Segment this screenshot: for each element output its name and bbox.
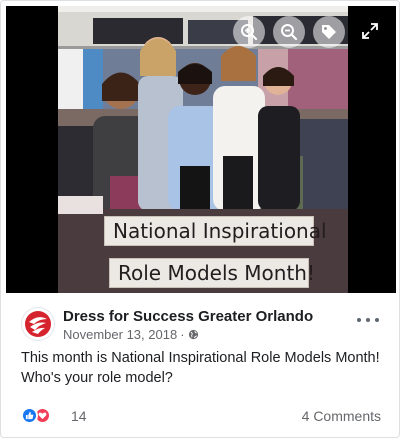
photo-viewer[interactable]: National Inspirational Role Models Month… [6, 6, 396, 293]
post-photo[interactable] [58, 6, 348, 293]
post-text: This month is National Inspirational Rol… [21, 350, 380, 386]
page-name-link[interactable]: Dress for Success Greater Orlando [63, 308, 313, 325]
expand-icon[interactable] [361, 22, 379, 40]
tag-photo-button[interactable] [313, 16, 345, 48]
more-dot [357, 318, 361, 322]
caption-line-2: Role Models Month! [109, 258, 315, 288]
more-dot [366, 318, 370, 322]
reaction-count[interactable]: 14 [71, 408, 87, 424]
post-meta: November 13, 2018 · [63, 327, 199, 342]
post-date[interactable]: November 13, 2018 [63, 327, 177, 342]
more-options-icon[interactable] [357, 313, 379, 327]
zoom-in-button[interactable] [233, 16, 265, 48]
meta-separator: · [180, 327, 185, 342]
page-avatar[interactable] [21, 307, 55, 341]
zoom-out-button[interactable] [273, 16, 305, 48]
post-card: National Inspirational Role Models Month… [0, 0, 400, 438]
tag-icon [322, 25, 336, 39]
more-dot [375, 318, 379, 322]
zoom-in-icon [241, 24, 258, 41]
dress-for-success-logo [25, 311, 51, 337]
reactions-summary[interactable]: 14 [21, 407, 87, 424]
globe-icon[interactable] [188, 329, 199, 340]
caption-line-1: National Inspirational [104, 216, 327, 246]
zoom-out-icon [281, 24, 298, 41]
comments-count-link[interactable]: 4 Comments [302, 408, 381, 424]
photo-illustration [58, 6, 348, 293]
like-icon [21, 407, 38, 424]
